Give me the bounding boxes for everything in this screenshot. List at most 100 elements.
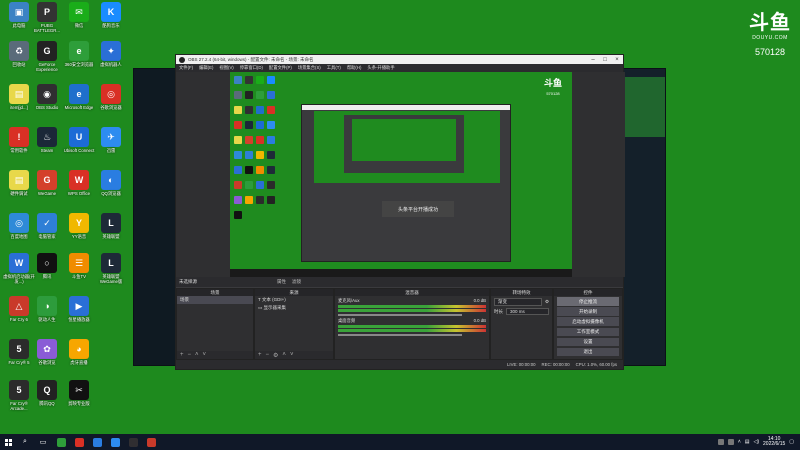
volume-slider[interactable] (338, 334, 463, 336)
desktop-icon[interactable]: K 酷狗音乐 (94, 2, 128, 42)
chevron-down-icon[interactable]: ˅ (203, 352, 207, 358)
chevron-up-icon[interactable]: ˄ (738, 439, 741, 445)
mini-app-icon (267, 136, 275, 144)
source-item-display[interactable]: ▭ 显示器采集 (255, 304, 333, 312)
desktop-icon[interactable]: ◕ 虎牙直播 (62, 339, 96, 379)
desktop-icon[interactable]: ✿ 谷歌浏览 (30, 339, 64, 379)
add-icon[interactable]: + (258, 352, 262, 358)
virtual-camera-button[interactable]: 启动虚拟摄像机 (557, 317, 619, 327)
clock[interactable]: 14:10 2022/6/15 (763, 436, 785, 448)
desktop-icon-label: 虚拟机器人 (100, 62, 122, 67)
gear-icon[interactable]: ⚙ (273, 352, 278, 359)
maximize-icon[interactable]: □ (599, 57, 611, 63)
scenes-dock-title: 场景 (177, 289, 253, 296)
desktop-icon[interactable]: ✂ 剪映专业版 (62, 380, 96, 420)
desktop-icon[interactable]: ✈ 迅雷 (94, 127, 128, 167)
tray-icon[interactable] (717, 439, 724, 445)
desktop-icon[interactable]: L 英雄联盟 WeGame版 (94, 253, 128, 293)
studio-mode-button[interactable]: 工作室模式 (557, 327, 619, 337)
menu-item[interactable]: 编辑(E) (199, 65, 213, 71)
transitions-dock: 转场特效 渐变 ⚙ 时长 300 ms (490, 288, 553, 360)
chevron-up-icon[interactable]: ˄ (195, 352, 199, 358)
obs-window[interactable]: OBS 27.2.4 (64-bit, windows) - 配置文件: 未命名… (175, 54, 625, 370)
desktop-icon[interactable]: P PUBG BATTLEGR... (30, 2, 64, 42)
mini-app-icon (234, 76, 242, 84)
desktop-icon[interactable]: ☰ 斗鱼TV (62, 253, 96, 293)
chevron-down-icon[interactable]: ˅ (290, 352, 294, 358)
desktop-icon[interactable]: U Ubisoft Connect (62, 127, 96, 167)
volume-slider[interactable] (338, 314, 463, 316)
desktop-icon[interactable]: ◎ 谷歌浏览器 (94, 84, 128, 124)
desktop-icon-label: 驱动人生 (38, 317, 56, 322)
desktop-icon-label: 虎牙直播 (70, 360, 88, 365)
menu-item[interactable]: 文件(F) (179, 65, 193, 71)
menu-item[interactable]: 头条-开播助手 (367, 65, 394, 71)
obs-statusbar: LIVE: 00:00:00 REC: 00:00:00 CPU: 1.0%, … (176, 360, 623, 369)
desktop-icon[interactable]: G WeGame (30, 170, 64, 210)
exit-button[interactable]: 退出 (557, 347, 619, 357)
start-recording-button[interactable]: 开始录制 (557, 307, 619, 317)
mini-app-icon (256, 121, 264, 129)
desktop-icon[interactable]: L 英雄联盟 (94, 213, 128, 253)
menu-item[interactable]: 视图(V) (219, 65, 233, 71)
menu-item[interactable]: 工具(T) (327, 65, 341, 71)
taskbar-record[interactable] (142, 434, 160, 450)
remove-icon[interactable]: − (266, 352, 270, 358)
desktop-icon[interactable]: ◐ QQ浏览器 (94, 170, 128, 210)
app-icon: e (69, 41, 89, 61)
close-icon[interactable]: × (611, 57, 623, 63)
obs-preview[interactable]: 斗鱼 570128 头条平台开播成功 (176, 72, 625, 277)
obs-title: OBS 27.2.4 (64-bit, windows) - 配置文件: 未命名… (188, 56, 314, 62)
chevron-up-icon[interactable]: ˄ (282, 352, 286, 358)
desktop-icon[interactable]: ♨ Steam (30, 127, 64, 167)
desktop-icon[interactable]: Y YY语音 (62, 213, 96, 253)
taskbar-chrome[interactable] (70, 434, 88, 450)
taskbar-task-view[interactable]: ▭ (34, 434, 52, 450)
taskbar-search[interactable]: ⌕ (16, 434, 34, 450)
desktop-icon[interactable]: G GeForce Experience (30, 41, 64, 81)
desktop-icon[interactable]: ◉ OBS Studio (30, 84, 64, 124)
gear-icon[interactable]: ⚙ (545, 299, 549, 305)
speaker-icon[interactable]: ◁) (754, 439, 760, 445)
desktop-icon[interactable]: Q 腾讯QQ (30, 380, 64, 420)
obs-titlebar[interactable]: OBS 27.2.4 (64-bit, windows) - 配置文件: 未命名… (176, 55, 623, 64)
menu-item[interactable]: 停靠窗口(D) (240, 65, 263, 71)
taskbar-qq-browser[interactable] (88, 434, 106, 450)
desktop-icon[interactable]: e 360安全浏览器 (62, 41, 96, 81)
taskbar-thunder[interactable] (106, 434, 124, 450)
desktop-icon[interactable]: W WPS Office (62, 170, 96, 210)
douyu-domain: DOUYU.COM (752, 35, 788, 41)
add-icon[interactable]: + (180, 352, 184, 358)
desktop-icon[interactable]: ✓ 电脑管家 (30, 213, 64, 253)
stop-streaming-button[interactable]: 停止推流 (557, 297, 619, 307)
menu-item[interactable]: 帮助(H) (347, 65, 362, 71)
desktop-icon-label: 谷歌浏览 (38, 360, 56, 365)
app-icon: ▶ (69, 296, 89, 316)
desktop-icon[interactable]: ✉ 微信 (62, 2, 96, 42)
menu-item[interactable]: 场景集合(S) (298, 65, 321, 71)
desktop-icon[interactable]: ✦ 虚拟机器人 (94, 41, 128, 81)
transition-select[interactable]: 渐变 (494, 298, 542, 306)
filters-button[interactable]: 滤镜 (292, 279, 301, 285)
menu-item[interactable]: 配置文件(P) (269, 65, 292, 71)
taskbar-obs[interactable] (124, 434, 142, 450)
settings-button[interactable]: 设置 (557, 337, 619, 347)
duration-input[interactable]: 300 ms (506, 308, 549, 315)
scene-item[interactable]: 场景 (177, 296, 253, 304)
network-icon[interactable]: ▤ (745, 439, 750, 445)
desktop-icon[interactable]: ◑ 驱动人生 (30, 296, 64, 336)
properties-button[interactable]: 属性 (277, 279, 286, 285)
start-button[interactable] (0, 434, 16, 450)
desktop-icon[interactable]: ○ 腾讯 (30, 253, 64, 293)
remove-icon[interactable]: − (188, 352, 192, 358)
controls-dock-title: 控件 (554, 289, 622, 296)
desktop-icon[interactable]: e Microsoft Edge (62, 84, 96, 124)
app-icon: ◎ (101, 84, 121, 104)
taskbar-360-browser[interactable] (52, 434, 70, 450)
desktop-icon[interactable]: ▶ 恒星播放器 (62, 296, 96, 336)
nested-obs-window: 头条平台开播成功 (301, 104, 511, 262)
minimize-icon[interactable]: – (587, 57, 599, 63)
source-item-text[interactable]: T 文本 (GDI+) (255, 296, 333, 304)
notification-icon[interactable]: ▢ (789, 439, 794, 445)
tray-icon[interactable] (727, 439, 734, 445)
